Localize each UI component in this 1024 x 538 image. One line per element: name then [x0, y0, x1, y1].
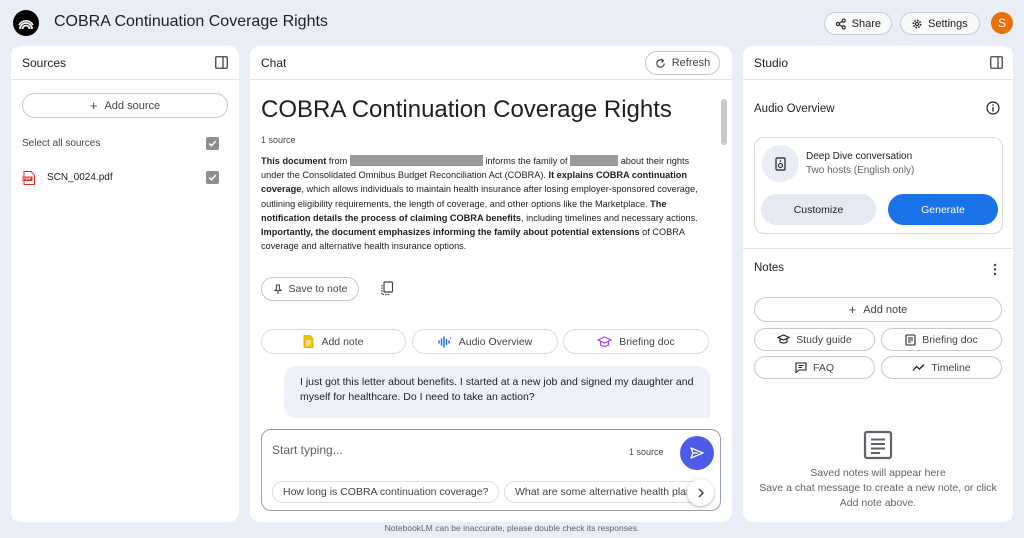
- share-button[interactable]: Share: [824, 12, 892, 35]
- audio-overview-label: Audio Overview: [458, 335, 533, 348]
- sources-header: Sources: [11, 46, 239, 80]
- source-count: 1 source: [261, 135, 296, 145]
- timeline-icon: [912, 364, 925, 371]
- audio-card-title: Deep Dive conversation: [806, 151, 913, 162]
- timeline-label: Timeline: [931, 361, 971, 374]
- more-vert-icon[interactable]: [993, 263, 997, 276]
- add-note-button[interactable]: + Add note: [754, 297, 1002, 322]
- audio-thumbnail: [762, 145, 799, 182]
- studio-panel: Studio Audio Overview Deep Dive conversa…: [743, 46, 1013, 522]
- plus-icon: +: [89, 98, 98, 113]
- suggested-question-chip[interactable]: How long is COBRA continuation coverage?: [272, 481, 500, 503]
- divider: [743, 248, 1013, 249]
- briefing-doc-suggestion-label: Briefing doc: [619, 335, 675, 348]
- speaker-icon: [775, 156, 786, 171]
- redacted-name: [570, 155, 619, 166]
- plus-icon: +: [848, 302, 857, 317]
- source-name: SCN_0024.pdf: [47, 172, 113, 183]
- suggested-question-chip[interactable]: What are some alternative health plans?: [504, 481, 702, 503]
- audio-card-subtitle: Two hosts (English only): [806, 165, 915, 176]
- refresh-label: Refresh: [671, 57, 711, 69]
- briefing-doc-icon: [905, 333, 916, 346]
- pdf-icon: PDF: [22, 171, 35, 185]
- briefing-doc-label: Briefing doc: [922, 333, 978, 346]
- check-icon: [208, 140, 217, 147]
- add-source-button[interactable]: + Add source: [22, 93, 228, 118]
- audio-wave-icon: [437, 335, 451, 348]
- audio-overview-card: Deep Dive conversation Two hosts (Englis…: [754, 137, 1003, 234]
- send-button[interactable]: [680, 436, 714, 470]
- select-all-label: Select all sources: [22, 138, 101, 149]
- timeline-button[interactable]: Timeline: [881, 356, 1002, 379]
- notebook-summary: This document from informs the family of…: [261, 155, 698, 252]
- avatar[interactable]: S: [991, 12, 1013, 34]
- add-note-label: Add note: [863, 303, 908, 316]
- notebook-heading: COBRA Continuation Coverage Rights: [261, 96, 672, 123]
- settings-button[interactable]: Settings: [900, 12, 980, 35]
- faq-label: FAQ: [812, 361, 834, 374]
- chat-panel: Chat Refresh COBRA Continuation Coverage…: [250, 46, 732, 522]
- generate-button[interactable]: Generate: [888, 194, 998, 225]
- send-icon: [690, 447, 704, 459]
- note-add-icon: [304, 335, 314, 348]
- add-source-label: Add source: [104, 99, 161, 112]
- collapse-panel-icon[interactable]: [990, 56, 1003, 69]
- refresh-button[interactable]: Refresh: [645, 51, 720, 75]
- chat-title: Chat: [261, 56, 287, 70]
- studio-title: Studio: [754, 56, 789, 70]
- next-suggestions-button[interactable]: [687, 479, 714, 506]
- source-checkbox[interactable]: [206, 171, 219, 184]
- disclaimer: NotebookLM can be inaccurate, please dou…: [384, 523, 640, 533]
- notebooklm-logo-icon[interactable]: [13, 10, 39, 36]
- briefing-doc-button[interactable]: Briefing doc: [881, 328, 1002, 351]
- collapse-panel-icon[interactable]: [215, 56, 228, 69]
- chevron-right-icon: [697, 487, 704, 498]
- notebook-title[interactable]: COBRA Continuation Coverage Rights: [54, 13, 328, 31]
- share-icon: [835, 18, 846, 29]
- source-item[interactable]: PDF SCN_0024.pdf: [22, 170, 222, 186]
- empty-notes-subtitle: Save a chat message to create a new note…: [759, 482, 997, 509]
- input-source-count: 1 source: [629, 447, 664, 457]
- customize-button[interactable]: Customize: [761, 194, 876, 225]
- notes-title: Notes: [754, 262, 785, 274]
- info-icon[interactable]: [986, 101, 1000, 115]
- study-cap-icon: [777, 334, 791, 344]
- empty-notes-title: Saved notes will appear here: [810, 467, 946, 479]
- gear-icon: [912, 19, 922, 28]
- chat-scrollbar[interactable]: [721, 99, 727, 145]
- audio-overview-button[interactable]: Audio Overview: [412, 329, 558, 354]
- faq-button[interactable]: FAQ: [754, 356, 875, 379]
- redacted-sender: [349, 155, 483, 166]
- study-guide-button[interactable]: Study guide: [754, 328, 875, 351]
- save-to-note-label: Save to note: [288, 283, 348, 295]
- studio-header: Studio: [743, 46, 1013, 80]
- save-to-note-button[interactable]: Save to note: [261, 277, 359, 301]
- refresh-icon: [655, 58, 665, 68]
- copy-icon[interactable]: [380, 281, 394, 296]
- audio-overview-title: Audio Overview: [754, 103, 835, 115]
- add-note-suggestion-label: Add note: [321, 335, 364, 348]
- top-bar: COBRA Continuation Coverage Rights Share…: [0, 0, 1024, 46]
- share-label: Share: [851, 17, 881, 30]
- select-all-checkbox[interactable]: [206, 137, 219, 150]
- note-placeholder-icon: [863, 430, 893, 460]
- chat-input-box: 1 source How long is COBRA continuation …: [261, 429, 721, 511]
- study-guide-label: Study guide: [796, 333, 852, 346]
- briefing-cap-icon: [597, 335, 613, 347]
- add-note-suggestion-button[interactable]: Add note: [261, 329, 406, 354]
- chat-input[interactable]: [272, 443, 612, 457]
- faq-icon: [795, 362, 807, 373]
- user-message: I just got this letter about benefits. I…: [284, 366, 710, 418]
- sources-panel: Sources + Add source Select all sources …: [11, 46, 239, 522]
- settings-label: Settings: [928, 17, 968, 30]
- chat-header: Chat Refresh: [250, 46, 732, 80]
- sources-title: Sources: [22, 56, 67, 70]
- pin-icon: [273, 283, 282, 294]
- briefing-doc-suggestion-button[interactable]: Briefing doc: [563, 329, 709, 354]
- suggested-questions: How long is COBRA continuation coverage?…: [272, 481, 702, 505]
- svg-text:PDF: PDF: [23, 177, 31, 181]
- check-icon: [208, 174, 217, 181]
